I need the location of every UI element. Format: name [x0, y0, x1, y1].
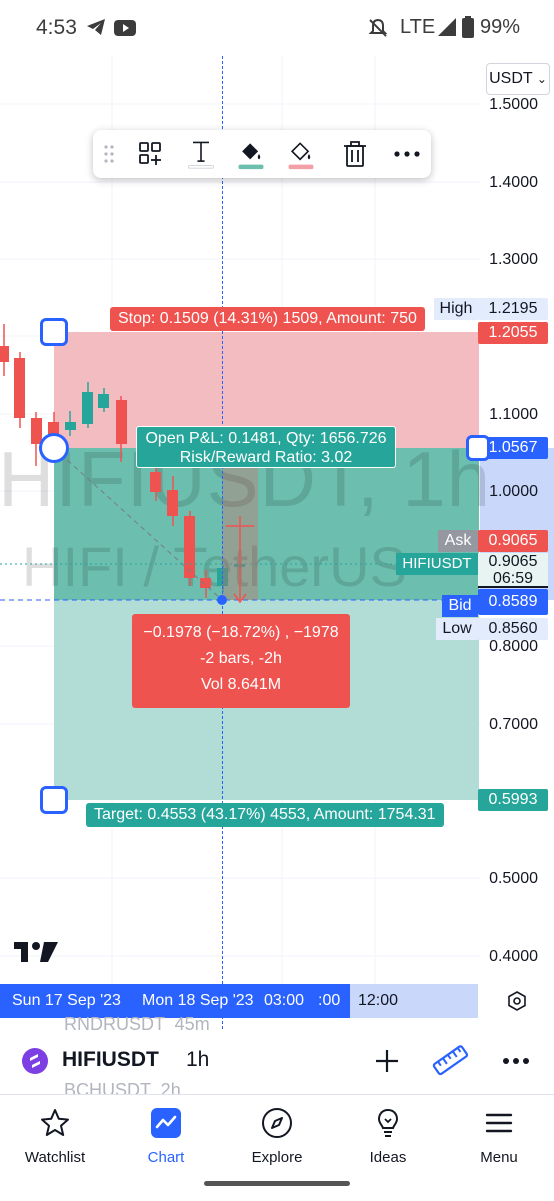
- chart-area[interactable]: HIFIUSDT, 1h HIFI / TetherUS 1.5000 1.40…: [0, 56, 554, 1084]
- measure-volume: Vol 8.641M: [200, 676, 282, 693]
- text-icon[interactable]: [185, 138, 217, 170]
- status-bar: 4:53 LTE 99%: [0, 0, 554, 56]
- time-label-date1: Sun 17 Sep '23: [12, 992, 121, 1009]
- compass-icon: [262, 1108, 292, 1138]
- mute-icon: [368, 18, 388, 37]
- measure-info: −0.1978 (−18.72%) , −1978 -2 bars, -2h V…: [132, 614, 350, 708]
- nav-watchlist[interactable]: Watchlist: [0, 1107, 110, 1166]
- time-label-date2: Mon 18 Sep '23: [142, 992, 254, 1009]
- more-icon[interactable]: [391, 138, 423, 170]
- price-tick: 1.4000: [489, 174, 538, 191]
- network-type: LTE: [400, 16, 436, 38]
- price-tick: 0.5000: [489, 870, 538, 887]
- nav-menu[interactable]: Menu: [444, 1107, 554, 1166]
- star-icon: [41, 1109, 69, 1136]
- nav-explore[interactable]: Explore: [222, 1107, 332, 1166]
- risk-reward-line: Risk/Reward Ratio: 3.02: [179, 449, 353, 466]
- measure-bars: -2 bars, -2h: [200, 650, 282, 667]
- pnl-info-tag: Open P&L: 0.1481, Qty: 1656.726 Risk/Rew…: [136, 426, 396, 468]
- nav-chart-label: Chart: [147, 1149, 185, 1166]
- youtube-icon: [114, 20, 136, 36]
- nav-chart[interactable]: Chart: [111, 1107, 221, 1166]
- stop-handle[interactable]: [40, 318, 68, 346]
- drawing-toolbar: [93, 130, 431, 178]
- battery-icon: [462, 16, 474, 38]
- tradingview-logo: [14, 942, 58, 962]
- price-tick: 0.8000: [489, 638, 538, 655]
- trash-icon[interactable]: [339, 138, 371, 170]
- price-tick: 0.7000: [489, 716, 538, 733]
- bar-countdown: 06:59: [492, 570, 534, 587]
- more-options-icon[interactable]: [502, 1056, 530, 1066]
- hamburger-menu-icon: [485, 1113, 513, 1133]
- line-color-icon[interactable]: [285, 138, 317, 170]
- ruler-icon[interactable]: [432, 1044, 470, 1078]
- measure-arrow: [226, 516, 254, 604]
- bid-label: Bid: [442, 595, 478, 617]
- symbol-bar: BCHUSDT 2h HIFIUSDT 1h: [0, 1030, 554, 1100]
- nav-menu-label: Menu: [480, 1149, 518, 1166]
- time-label-time2: :00: [318, 992, 341, 1009]
- price-divider: [478, 586, 548, 588]
- signal-icon: [438, 18, 456, 36]
- chart-icon: [151, 1108, 181, 1138]
- entry-handle[interactable]: [39, 433, 69, 463]
- nav-watchlist-label: Watchlist: [24, 1149, 86, 1166]
- battery-percent: 99%: [480, 16, 521, 38]
- last-price-box: 0.9065 06:59: [478, 553, 548, 587]
- chart-settings-icon[interactable]: [506, 990, 528, 1012]
- high-label: High: [434, 298, 478, 320]
- crosshair-vertical: [222, 56, 223, 1084]
- bid-value: 0.8589: [478, 589, 548, 615]
- interval-selector[interactable]: 1h: [186, 1048, 209, 1072]
- nav-ideas[interactable]: Ideas: [333, 1107, 443, 1166]
- add-indicator-icon[interactable]: [374, 1048, 400, 1074]
- price-tick: 1.0000: [489, 483, 538, 500]
- symbol-name[interactable]: HIFIUSDT: [62, 1048, 159, 1072]
- price-tick: 1.3000: [489, 251, 538, 268]
- currency-label: USDT: [489, 70, 533, 87]
- nav-explore-label: Explore: [251, 1149, 303, 1166]
- status-time: 4:53: [36, 16, 77, 39]
- fill-color-icon[interactable]: [235, 138, 267, 170]
- symbol-price-label: HIFIUSDT: [396, 553, 478, 575]
- ask-value: 0.9065: [478, 530, 548, 552]
- width-handle[interactable]: [466, 435, 490, 461]
- price-tick: 1.1000: [489, 406, 538, 423]
- ask-label: Ask: [438, 530, 478, 552]
- price-tick: 0.4000: [489, 948, 538, 965]
- add-to-group-icon[interactable]: [135, 138, 167, 170]
- hifi-logo-icon: [22, 1048, 48, 1074]
- price-tick: 1.5000: [489, 96, 538, 113]
- telegram-icon: [87, 19, 105, 35]
- target-handle[interactable]: [40, 786, 68, 814]
- target-price-label: 0.5993: [478, 789, 548, 811]
- low-label: Low: [436, 618, 478, 640]
- low-value: 0.8560: [478, 618, 548, 640]
- chevron-down-icon: ⌄: [536, 72, 547, 86]
- crosshair-dot: [217, 595, 227, 605]
- last-price: 0.9065: [488, 553, 538, 570]
- time-label-time3: 12:00: [358, 992, 399, 1009]
- stop-info-tag: Stop: 0.1509 (14.31%) 1509, Amount: 750: [110, 307, 425, 331]
- pnl-line: Open P&L: 0.1481, Qty: 1656.726: [145, 430, 387, 447]
- target-info-tag: Target: 0.4553 (43.17%) 4553, Amount: 17…: [86, 803, 444, 827]
- time-label-time1: 03:00: [264, 992, 305, 1009]
- high-value: 1.2195: [478, 298, 548, 320]
- bottom-navigation: Watchlist Chart Explore Ideas Menu: [0, 1094, 554, 1201]
- lightbulb-icon: [377, 1108, 399, 1137]
- nav-ideas-label: Ideas: [369, 1149, 407, 1166]
- gesture-bar: [204, 1181, 350, 1186]
- stop-price-label: 1.2055: [478, 322, 548, 344]
- measure-change: −0.1978 (−18.72%) , −1978: [143, 624, 339, 641]
- currency-selector[interactable]: USDT ⌄: [486, 63, 550, 95]
- drag-handle-icon[interactable]: [103, 144, 115, 164]
